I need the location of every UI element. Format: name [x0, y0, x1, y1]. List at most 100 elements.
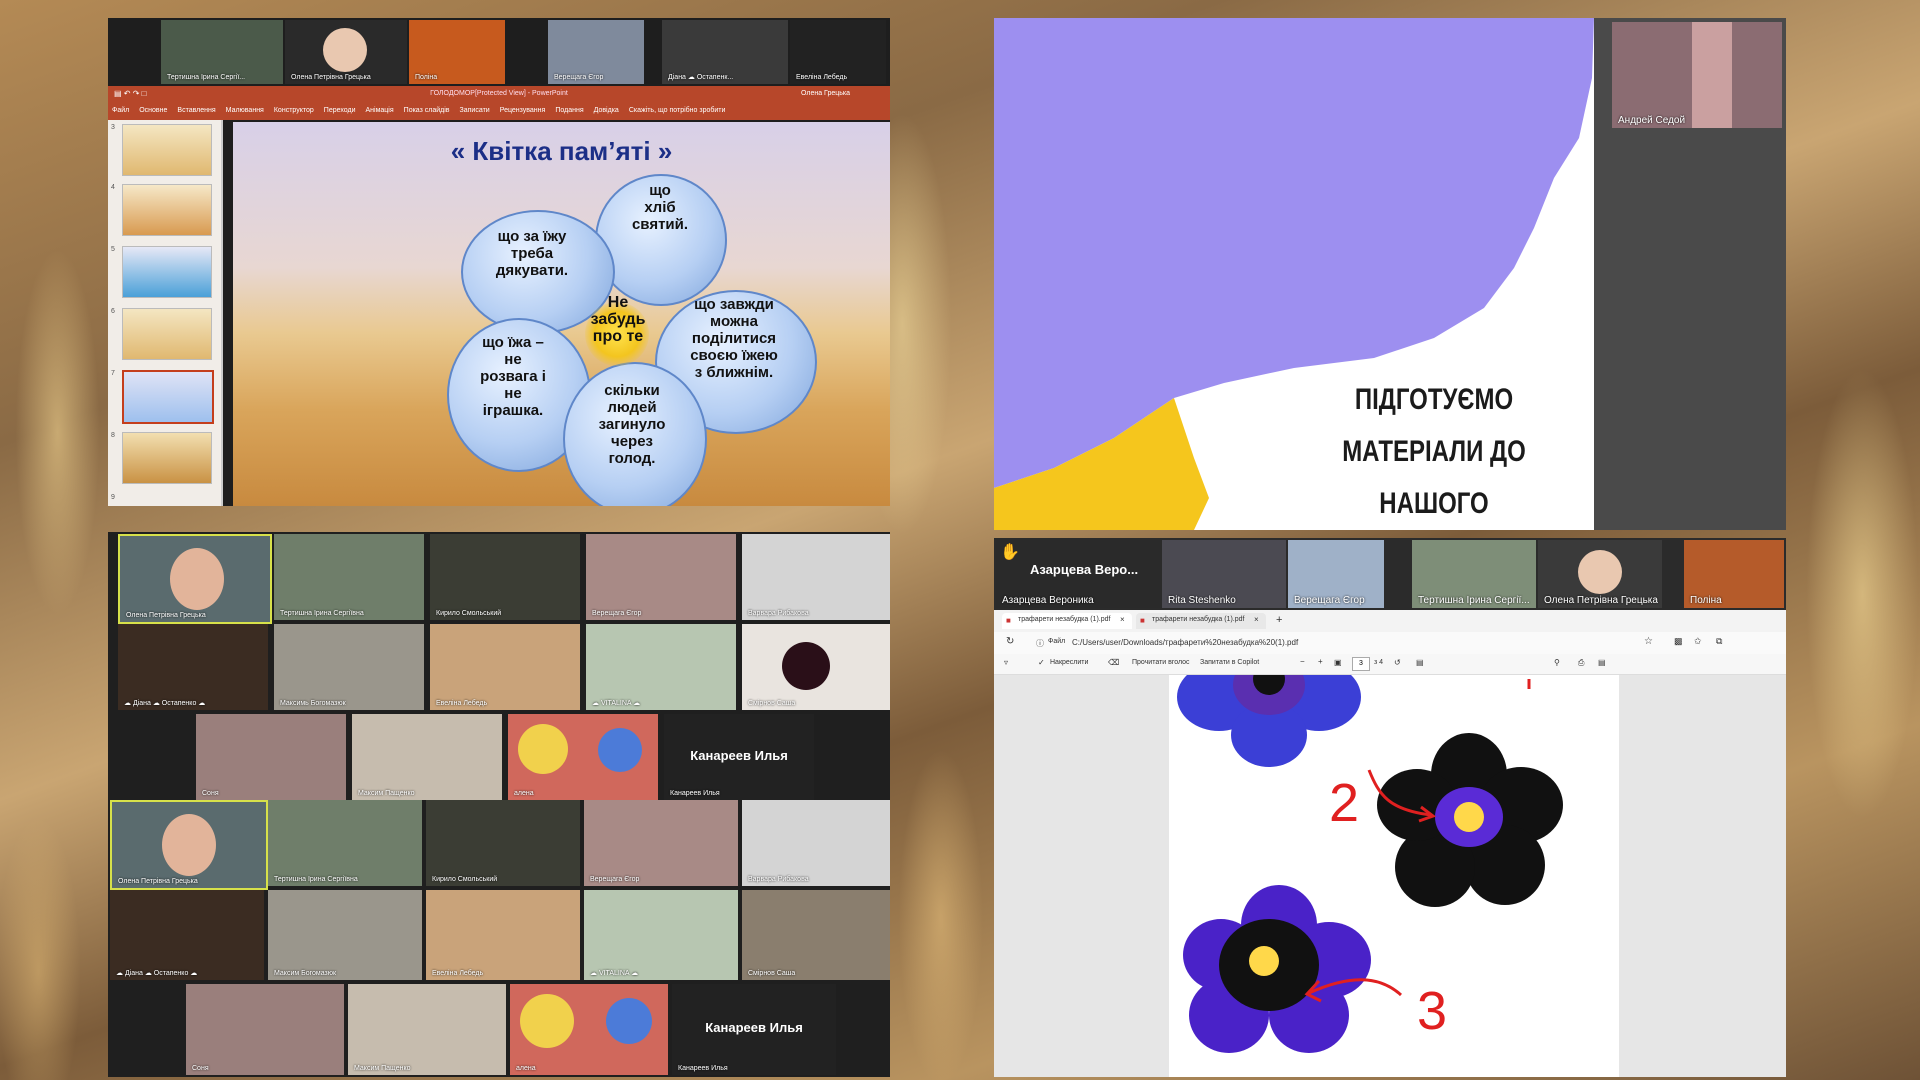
thumbnail-scrollbar[interactable]: [221, 120, 223, 506]
fit-page-icon[interactable]: ▣: [1334, 658, 1342, 667]
participant-tile[interactable]: Верещага Єгор: [584, 800, 738, 886]
participant-tile[interactable]: ☁ VITALINA ☁: [586, 624, 736, 710]
tab-file[interactable]: Файл: [112, 107, 129, 114]
participant-tile[interactable]: Олена Петрівна Грецька: [1538, 540, 1662, 608]
tab-insert[interactable]: Вставлення: [177, 107, 215, 114]
draw-icon[interactable]: ✓: [1038, 658, 1045, 667]
participant-tile[interactable]: ☁ Діана ☁ Остапенко ☁: [110, 890, 264, 980]
slide-thumbnail-selected[interactable]: [122, 370, 214, 424]
tab-review[interactable]: Рецензування: [500, 107, 546, 114]
participant-tile[interactable]: Варвара Рибакова: [742, 800, 890, 886]
filter-icon[interactable]: ▿: [1004, 658, 1008, 667]
participant-tile[interactable]: Максим Богомазюк: [268, 890, 422, 980]
participant-tile[interactable]: Канареев Илья Канареев Илья: [672, 984, 836, 1075]
account-name[interactable]: Олена Грецька: [801, 90, 850, 97]
center-text: Не забудь про те: [590, 294, 646, 345]
participant-tile[interactable]: Тертишна Ірина Сергіївна: [274, 534, 424, 620]
participant-tile[interactable]: ☁ VITALINA ☁: [584, 890, 738, 980]
tab-animations[interactable]: Анімація: [366, 107, 394, 114]
tell-me-search[interactable]: Скажіть, що потрібно зробити: [629, 107, 726, 114]
participant-tile[interactable]: ☁ Діана ☁ Остапенко ☁: [118, 624, 268, 710]
participant-name: алена: [514, 790, 534, 797]
tab-record[interactable]: Записати: [460, 107, 490, 114]
rotate-icon[interactable]: ↺: [1394, 658, 1401, 667]
page-number-input[interactable]: 3: [1352, 657, 1370, 671]
slide-canvas: ПІДГОТУЄМО МАТЕРІАЛИ ДО НАШОГО: [994, 18, 1594, 530]
participant-tile[interactable]: алена: [510, 984, 668, 1075]
participant-tile[interactable]: Максимь Богомазюк: [274, 624, 424, 710]
participant-tile[interactable]: Поліна: [409, 20, 505, 84]
participant-tile[interactable]: Тертишна Ірина Сергії...: [161, 20, 283, 84]
participant-tile[interactable]: Кирило Смольський: [430, 534, 580, 620]
eraser-icon[interactable]: ⌫: [1108, 658, 1119, 667]
tab-home[interactable]: Основне: [139, 107, 167, 114]
tab-slideshow[interactable]: Показ слайдів: [404, 107, 450, 114]
two-page-icon[interactable]: ▤: [1416, 658, 1424, 667]
slide-thumbnail[interactable]: [122, 432, 212, 484]
participant-tile[interactable]: Верещага Єгор: [1288, 540, 1384, 608]
favorite-star-icon[interactable]: ☆: [1644, 636, 1653, 647]
reload-icon[interactable]: ↻: [1006, 636, 1014, 647]
participant-tile-active[interactable]: Олена Петрівна Грецька: [118, 534, 272, 624]
petal-text: що завжди можна поділитися своєю їжею з …: [690, 296, 778, 381]
participant-tile[interactable]: Тертишна Ірина Сергіївна: [268, 800, 422, 886]
self-video-tile[interactable]: Андрей Седой: [1612, 22, 1782, 128]
browser-tab-active[interactable]: ■ трафарети незабудка (1).pdf ×: [1136, 613, 1266, 629]
print-icon[interactable]: ⎙: [1578, 658, 1584, 668]
participant-tile[interactable]: Соня: [186, 984, 344, 1075]
participant-tile[interactable]: Канареев Илья Канареев Илья: [664, 714, 814, 800]
browser-tab[interactable]: ■ трафарети незабудка (1).pdf ×: [1002, 613, 1132, 629]
close-icon[interactable]: ×: [1254, 615, 1259, 624]
participant-tile[interactable]: Смірнов Саша: [742, 890, 890, 980]
participant-tile[interactable]: Смірнов Саша: [742, 624, 890, 710]
participant-tile[interactable]: Поліна: [1684, 540, 1784, 608]
slide-thumbnail[interactable]: [122, 124, 212, 176]
read-aloud-button[interactable]: Прочитати вголос: [1132, 659, 1190, 666]
ask-copilot-button[interactable]: Запитати в Copilot: [1200, 659, 1259, 666]
tab-draw[interactable]: Малювання: [226, 107, 264, 114]
extensions-icon[interactable]: ⧉: [1716, 636, 1722, 647]
participant-name: ☁ Діана ☁ Остапенко ☁: [116, 970, 198, 977]
participant-tile[interactable]: Максим Пащенко: [352, 714, 502, 800]
participant-tile[interactable]: Верещага Єгор: [548, 20, 644, 84]
participant-tile-active[interactable]: Олена Петрівна Грецька: [110, 800, 268, 890]
collections-icon[interactable]: ▩: [1674, 636, 1683, 647]
pdf-viewer[interactable]: 2 3: [994, 675, 1786, 1077]
participant-tile[interactable]: Максим Пащенко: [348, 984, 506, 1075]
zoom-in-button[interactable]: +: [1318, 657, 1323, 666]
save-icon[interactable]: ▤: [1598, 658, 1606, 667]
petal-text: скільки людей загинуло через голод.: [598, 382, 666, 467]
participant-tile[interactable]: Rita Steshenko: [1162, 540, 1286, 608]
participant-tile[interactable]: ✋ Азарцева Веро... Азарцева Вероника: [996, 540, 1160, 608]
participant-tile[interactable]: Тертишна Ірина Сергії...: [1412, 540, 1536, 608]
tab-help[interactable]: Довідка: [594, 107, 619, 114]
petal-text: що їжа – не розвага і не іграшка.: [480, 334, 546, 419]
zoom-out-button[interactable]: −: [1300, 657, 1305, 666]
participant-name: Верещага Єгор: [592, 610, 642, 617]
participant-tile[interactable]: Евеліна Лебедь: [790, 20, 886, 84]
tab-design[interactable]: Конструктор: [274, 107, 314, 114]
tab-transitions[interactable]: Переходи: [324, 107, 356, 114]
slide-thumbnail[interactable]: [122, 308, 212, 360]
participant-tile[interactable]: алена: [508, 714, 658, 800]
participant-name: Евеліна Лебедь: [436, 700, 488, 707]
draw-button[interactable]: Накреслити: [1050, 659, 1088, 666]
participant-big-name: Канареев Илья: [705, 1020, 803, 1035]
participant-tile[interactable]: Варвара Рибакова: [742, 534, 890, 620]
participant-tile[interactable]: Верещага Єгор: [586, 534, 736, 620]
favorites-icon[interactable]: ✩: [1694, 636, 1702, 647]
slide-thumbnail[interactable]: [122, 184, 212, 236]
address-input[interactable]: C:/Users/user/Downloads/трафарети%20неза…: [1072, 638, 1298, 647]
participant-tile[interactable]: Соня: [196, 714, 346, 800]
participant-tile[interactable]: Діана ☁ Остапенк...: [662, 20, 788, 84]
participant-tile[interactable]: Олена Петрівна Грецька: [285, 20, 407, 84]
participant-tile[interactable]: Евеліна Лебедь: [430, 624, 580, 710]
slide-thumbnail[interactable]: [122, 246, 212, 298]
participant-tile[interactable]: Евеліна Лебедь: [426, 890, 580, 980]
close-icon[interactable]: ×: [1120, 615, 1125, 624]
new-tab-button[interactable]: +: [1276, 614, 1282, 626]
participant-tile[interactable]: Кирило Смольський: [426, 800, 580, 886]
search-icon[interactable]: ⚲: [1554, 658, 1560, 667]
annotation-number: 2: [1329, 773, 1359, 833]
tab-view[interactable]: Подання: [555, 107, 583, 114]
